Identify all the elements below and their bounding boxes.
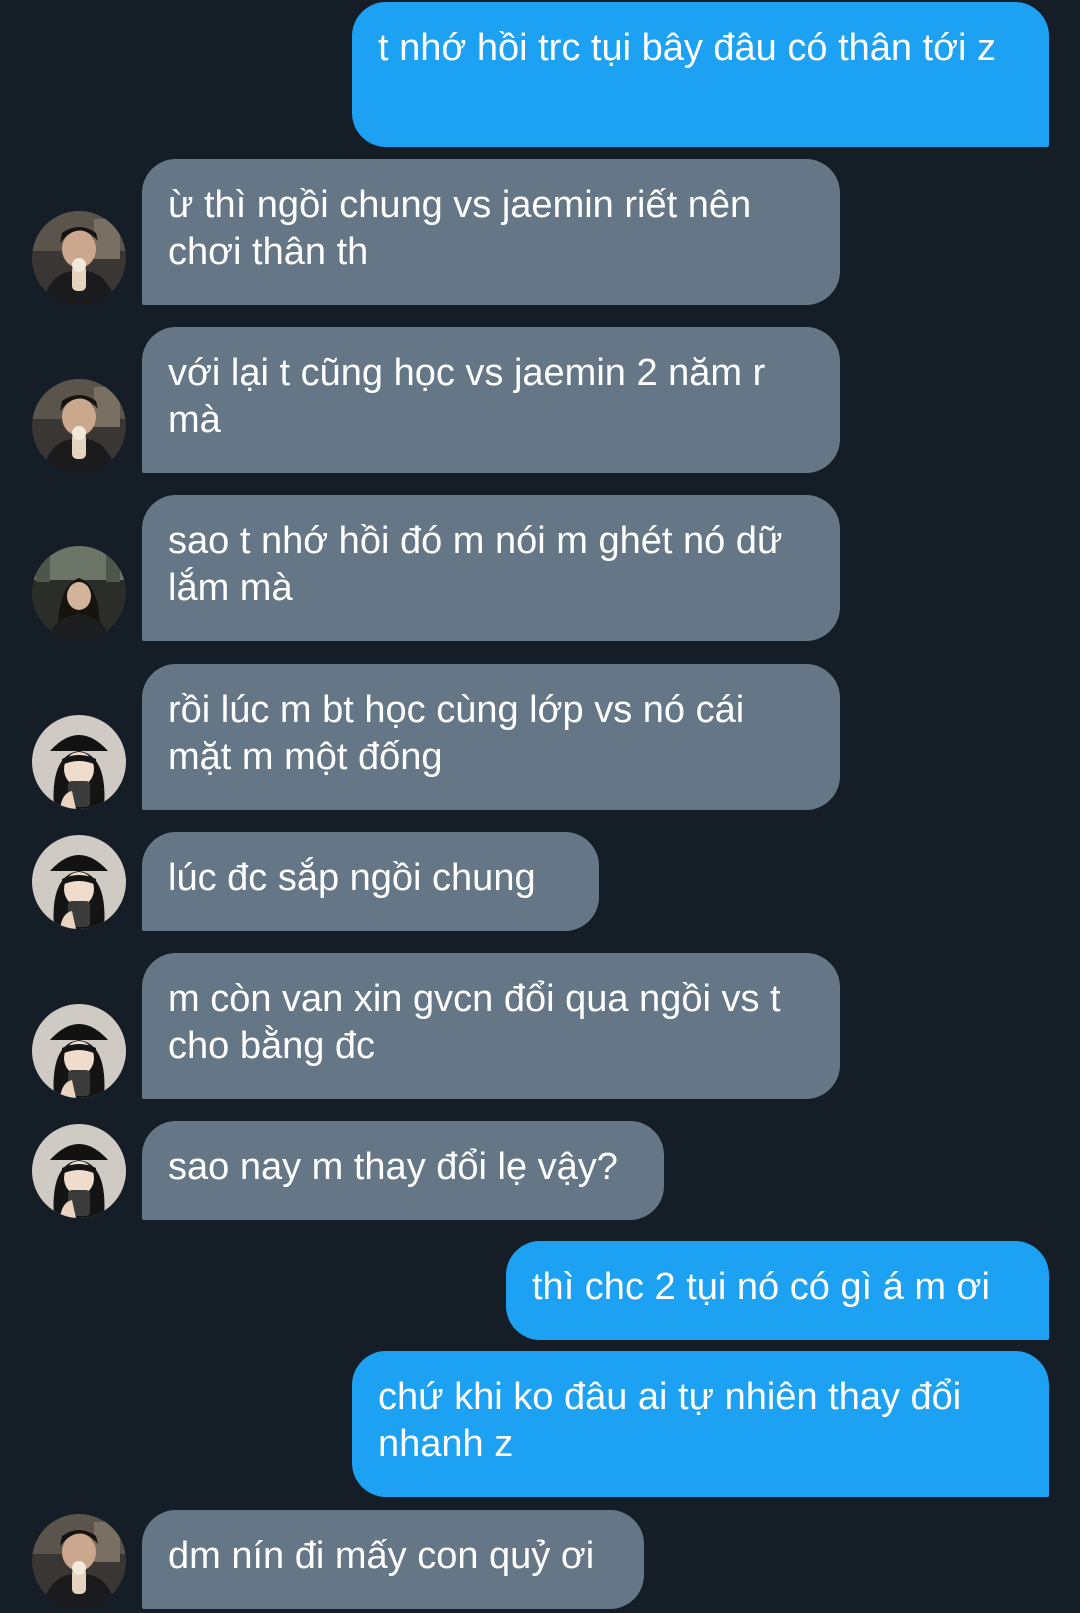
girl-outdoor-avatar-icon[interactable]: [32, 546, 126, 640]
message-bubble-sent[interactable]: chứ khi ko đâu ai tự nhiên thay đổi nhan…: [352, 1351, 1049, 1497]
message-bubble-received[interactable]: ừ thì ngồi chung vs jaemin riết nên chơi…: [142, 159, 840, 305]
boy-icecream-avatar-icon[interactable]: [32, 1514, 126, 1608]
chat-thread: t nhớ hồi trc tụi bây đâu có thân tới z …: [0, 0, 1080, 1613]
message-bubble-sent[interactable]: t nhớ hồi trc tụi bây đâu có thân tới z: [352, 2, 1049, 147]
girl-cap-mirror-avatar-icon[interactable]: [32, 1124, 126, 1218]
boy-icecream-avatar-icon[interactable]: [32, 211, 126, 305]
message-bubble-received[interactable]: với lại t cũng học vs jaemin 2 năm r mà: [142, 327, 840, 473]
girl-cap-mirror-avatar-icon[interactable]: [32, 715, 126, 809]
boy-icecream-avatar-icon[interactable]: [32, 379, 126, 473]
message-bubble-received[interactable]: rồi lúc m bt học cùng lớp vs nó cái mặt …: [142, 664, 840, 810]
message-bubble-received[interactable]: sao nay m thay đổi lẹ vậy?: [142, 1121, 664, 1220]
message-bubble-received[interactable]: sao t nhớ hồi đó m nói m ghét nó dữ lắm …: [142, 495, 840, 641]
message-bubble-received[interactable]: dm nín đi mấy con quỷ ơi: [142, 1510, 644, 1609]
girl-cap-mirror-avatar-icon[interactable]: [32, 835, 126, 929]
message-bubble-received[interactable]: lúc đc sắp ngồi chung: [142, 832, 599, 931]
message-bubble-sent[interactable]: thì chc 2 tụi nó có gì á m ơi: [506, 1241, 1049, 1340]
message-bubble-received[interactable]: m còn van xin gvcn đổi qua ngồi vs t cho…: [142, 953, 840, 1099]
girl-cap-mirror-avatar-icon[interactable]: [32, 1004, 126, 1098]
